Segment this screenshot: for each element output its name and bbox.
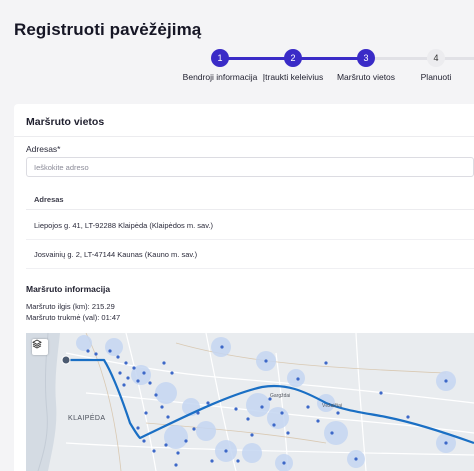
map-canvas[interactable]	[26, 333, 474, 471]
layers-icon	[32, 339, 42, 349]
route-map[interactable]: KLAIPĖDA Gargždai Vėžaičiai	[26, 333, 474, 471]
route-start-marker	[61, 355, 71, 365]
map-label-klaipeda: KLAIPĖDA	[68, 415, 106, 422]
step-number: 3	[357, 49, 375, 67]
route-duration: Maršruto trukmė (val): 01:47	[26, 313, 121, 322]
page-title: Registruoti pavėžėjimą	[14, 20, 202, 39]
address-table-header: Adresas	[26, 190, 474, 210]
section-title: Maršruto vietos	[26, 116, 105, 128]
table-row[interactable]: Josvainių g. 2, LT-47144 Kaunas (Kauno m…	[26, 241, 474, 269]
step-number: 1	[211, 49, 229, 67]
table-row[interactable]: Liepojos g. 41, LT-92288 Klaipėda (Klaip…	[26, 212, 474, 240]
address-label: Adresas*	[26, 144, 61, 154]
step-label: Planuoti	[420, 72, 452, 82]
map-label-vezaiciai: Vėžaičiai	[322, 403, 343, 409]
map-layers-button[interactable]	[32, 339, 48, 355]
route-info-title: Maršruto informacija	[26, 284, 111, 294]
step-plan[interactable]: 4 Planuoti	[376, 49, 474, 82]
route-distance: Maršruto ilgis (km): 215.29	[26, 302, 115, 311]
divider	[14, 136, 474, 137]
step-number: 4	[427, 49, 445, 67]
address-search-input[interactable]	[26, 157, 474, 177]
route-locations-card: Maršruto vietos Adresas* Adresas Liepojo…	[14, 104, 474, 471]
map-label-gargzdai: Gargždai	[270, 393, 291, 399]
step-number: 2	[284, 49, 302, 67]
stepper: 1 Bendroji informacija 2 Įtraukti keleiv…	[0, 46, 474, 90]
